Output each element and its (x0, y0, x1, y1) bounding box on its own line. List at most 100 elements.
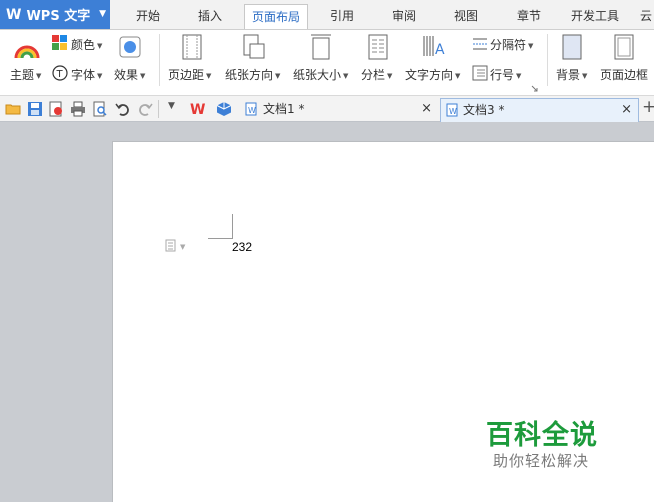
tab-page-layout[interactable]: 页面布局 (244, 4, 308, 29)
chevron-down-icon: ▼ (97, 71, 103, 80)
columns-button[interactable]: 分栏 ▼ (361, 66, 392, 83)
background-label: 背景 (556, 68, 581, 82)
new-tab-plus-icon[interactable]: + (642, 97, 654, 117)
effect-icon (119, 36, 141, 58)
tab-view[interactable]: 视图 (442, 4, 490, 29)
separator-label: 分隔符 (490, 38, 527, 52)
orientation-icon (243, 34, 265, 59)
document-text[interactable]: 232 (232, 240, 252, 254)
tab-cloud[interactable]: 云 (638, 4, 654, 29)
background-button[interactable]: 背景 ▼ (556, 66, 587, 83)
chevron-down-icon: ▼ (343, 71, 349, 80)
color-palette-icon (52, 35, 67, 50)
margin-label: 页边距 (168, 68, 205, 82)
cube-icon[interactable] (216, 101, 232, 117)
font-button[interactable]: 字体 ▼ (71, 66, 102, 83)
theme-button[interactable]: 主题 ▼ (10, 66, 41, 83)
paper-size-label: 纸张大小 (293, 68, 342, 82)
margin-button[interactable]: 页边距 ▼ (168, 66, 211, 83)
orientation-button[interactable]: 纸张方向 ▼ (225, 66, 280, 83)
print-icon[interactable] (70, 101, 86, 117)
svg-text:W: W (248, 106, 256, 115)
chevron-down-icon: ▼ (275, 71, 281, 80)
chevron-down-icon: ▼ (528, 41, 534, 50)
separator-button[interactable]: 分隔符 ▼ (490, 36, 533, 53)
line-number-label: 行号 (490, 68, 515, 82)
chevron-down-icon: ▼ (455, 71, 461, 80)
export-pdf-icon[interactable] (48, 101, 64, 117)
print-preview-icon[interactable] (92, 101, 108, 117)
doc-tab-1[interactable]: W 文档1 * × (240, 98, 438, 122)
page-background-icon (562, 34, 582, 60)
chevron-down-icon: ▼ (582, 71, 588, 80)
doc-tab-3[interactable]: W 文档3 * × (440, 98, 639, 122)
close-icon[interactable]: × (421, 98, 432, 120)
chevron-down-icon: ▼ (140, 71, 146, 80)
redo-icon[interactable] (137, 101, 153, 117)
app-menu-button[interactable]: W WPS 文字 ▼ (0, 0, 110, 29)
tab-chapter[interactable]: 章节 (505, 4, 553, 29)
doc-tab-label: 文档3 * (463, 103, 505, 117)
rainbow-icon (14, 45, 40, 59)
menu-bar: W WPS 文字 ▼ 开始 插入 页面布局 引用 审阅 视图 章节 开发工具 云 (0, 0, 654, 29)
text-direction-label: 文字方向 (405, 68, 454, 82)
divider (159, 34, 160, 86)
tab-home[interactable]: 开始 (122, 4, 174, 29)
chevron-down-icon: ▼ (387, 71, 393, 80)
font-t-icon: T (52, 65, 68, 81)
wps-brand-icon[interactable]: W (190, 101, 206, 117)
columns-icon (368, 34, 388, 60)
separator-icon (473, 38, 487, 50)
tab-insert[interactable]: 插入 (184, 4, 236, 29)
color-label: 颜色 (71, 38, 96, 52)
theme-label: 主题 (10, 68, 35, 82)
page-border-label: 页面边框 (600, 68, 649, 82)
orientation-label: 纸张方向 (225, 68, 274, 82)
document-icon: W (446, 103, 458, 117)
chevron-down-icon: ▼ (206, 71, 212, 80)
tab-developer[interactable]: 开发工具 (565, 4, 625, 29)
margin-icon (182, 34, 202, 60)
svg-text:W: W (449, 107, 457, 116)
page-border-button[interactable]: 页面边框 (600, 66, 648, 83)
app-title: WPS 文字 (26, 9, 91, 24)
chevron-down-icon: ▼ (97, 41, 103, 50)
line-number-icon (472, 65, 488, 81)
divider (547, 34, 548, 86)
watermark-subtitle: 助你轻松解决 (493, 452, 590, 470)
chevron-down-icon: ▼ (36, 71, 42, 80)
color-button[interactable]: 颜色 ▼ (71, 36, 102, 53)
close-icon[interactable]: × (621, 99, 632, 121)
wps-logo-icon: W (6, 6, 22, 23)
columns-label: 分栏 (361, 68, 386, 82)
svg-text:T: T (56, 69, 64, 80)
text-direction-button[interactable]: 文字方向 ▼ (405, 66, 460, 83)
chevron-down-icon: ▼ (516, 71, 522, 80)
undo-icon[interactable] (115, 101, 131, 117)
tab-references[interactable]: 引用 (318, 4, 366, 29)
save-icon[interactable] (27, 101, 43, 117)
divider (158, 100, 159, 118)
margin-corner-mark (208, 214, 233, 239)
page-border-icon (614, 34, 634, 60)
paragraph-layout-icon[interactable]: ▼ (165, 238, 185, 252)
effect-label: 效果 (114, 68, 139, 82)
chevron-down-icon: ▼ (180, 243, 186, 251)
svg-text:W: W (190, 102, 205, 117)
open-folder-icon[interactable] (5, 101, 21, 117)
paper-size-button[interactable]: 纸张大小 ▼ (293, 66, 348, 83)
watermark-title: 百科全说 (486, 420, 598, 451)
ribbon: 主题 ▼ 颜色 ▼ T 字体 ▼ 效果 ▼ 页边距 ▼ 纸张方向 ▼ 纸张大小 ▼ (0, 29, 654, 96)
effect-button[interactable]: 效果 ▼ (114, 66, 145, 83)
chevron-down-icon: ▼ (99, 9, 106, 19)
font-label: 字体 (71, 68, 96, 82)
doc-tab-label: 文档1 * (263, 102, 305, 116)
svg-text:A: A (435, 42, 445, 58)
document-icon: W (245, 102, 257, 116)
dialog-launcher-icon[interactable] (531, 85, 538, 92)
tab-review[interactable]: 审阅 (380, 4, 428, 29)
quick-access-toolbar: ▼ W W 文档1 * × W 文档3 * × + (0, 96, 654, 122)
line-number-button[interactable]: 行号 ▼ (490, 66, 521, 83)
text-direction-icon: A (423, 36, 445, 58)
chevron-down-icon[interactable]: ▼ (168, 101, 175, 111)
